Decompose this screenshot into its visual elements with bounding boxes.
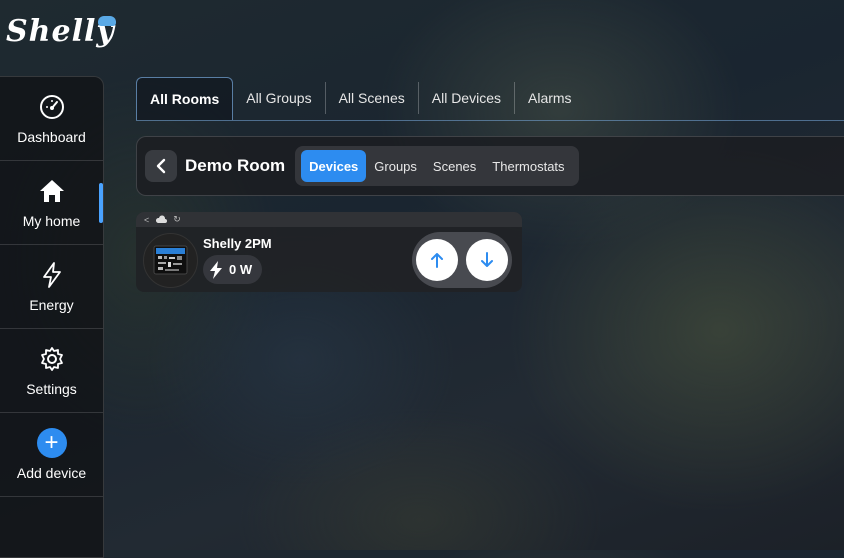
subtab-thermostats[interactable]: Thermostats: [484, 150, 572, 182]
sidebar: Dashboard My home Energy Settings + Add …: [0, 76, 104, 558]
sidebar-item-add-device[interactable]: + Add device: [0, 413, 103, 497]
sidebar-item-settings[interactable]: Settings: [0, 329, 103, 413]
open-button[interactable]: [416, 239, 458, 281]
tab-alarms[interactable]: Alarms: [515, 82, 585, 114]
sidebar-item-label: Add device: [16, 465, 87, 481]
home-icon: [37, 176, 67, 206]
room-subtabs: Devices Groups Scenes Thermostats: [295, 146, 579, 186]
roller-controls: [412, 232, 512, 288]
arrow-down-icon: [481, 252, 493, 267]
top-tabs: All Rooms All Groups All Scenes All Devi…: [136, 76, 844, 121]
sidebar-item-energy[interactable]: Energy: [0, 245, 103, 329]
power-value: 0 W: [229, 262, 253, 277]
sidebar-item-dashboard[interactable]: Dashboard: [0, 77, 103, 161]
tab-all-devices[interactable]: All Devices: [419, 82, 515, 114]
lightning-icon: [37, 260, 67, 290]
device-image: [143, 233, 198, 288]
sidebar-item-my-home[interactable]: My home: [0, 161, 103, 245]
sync-icon: ↻: [173, 214, 181, 224]
tab-all-rooms[interactable]: All Rooms: [136, 77, 234, 120]
lightning-icon: [210, 260, 222, 279]
subtab-devices[interactable]: Devices: [301, 150, 367, 182]
sidebar-item-label: Energy: [29, 297, 74, 313]
back-button[interactable]: [145, 150, 177, 182]
plus-icon: +: [36, 428, 67, 458]
chevron-left-icon: [156, 158, 166, 174]
tab-all-groups[interactable]: All Groups: [233, 82, 326, 114]
device-card[interactable]: < ↻ Shelly 2PM 0 W: [136, 212, 522, 292]
gauge-icon: [37, 92, 67, 122]
share-icon: <: [144, 214, 150, 225]
room-title: Demo Room: [185, 156, 286, 175]
active-indicator: [99, 183, 103, 223]
tab-all-scenes[interactable]: All Scenes: [326, 82, 419, 114]
room-header: Demo Room Devices Groups Scenes Thermost…: [136, 136, 844, 196]
sidebar-item-label: Settings: [26, 381, 77, 397]
power-badge: 0 W: [203, 255, 263, 284]
cloud-icon: [155, 214, 168, 225]
sidebar-item-label: My home: [22, 213, 81, 229]
subtab-scenes[interactable]: Scenes: [425, 150, 484, 182]
gear-icon: [37, 344, 67, 374]
arrow-up-icon: [431, 253, 443, 268]
device-name: Shelly 2PM: [203, 236, 272, 251]
sidebar-item-label: Dashboard: [17, 129, 86, 145]
close-button[interactable]: [466, 239, 508, 281]
subtab-groups[interactable]: Groups: [366, 150, 425, 182]
card-status-bar: < ↻: [136, 212, 522, 227]
cloud-icon: [98, 16, 116, 26]
